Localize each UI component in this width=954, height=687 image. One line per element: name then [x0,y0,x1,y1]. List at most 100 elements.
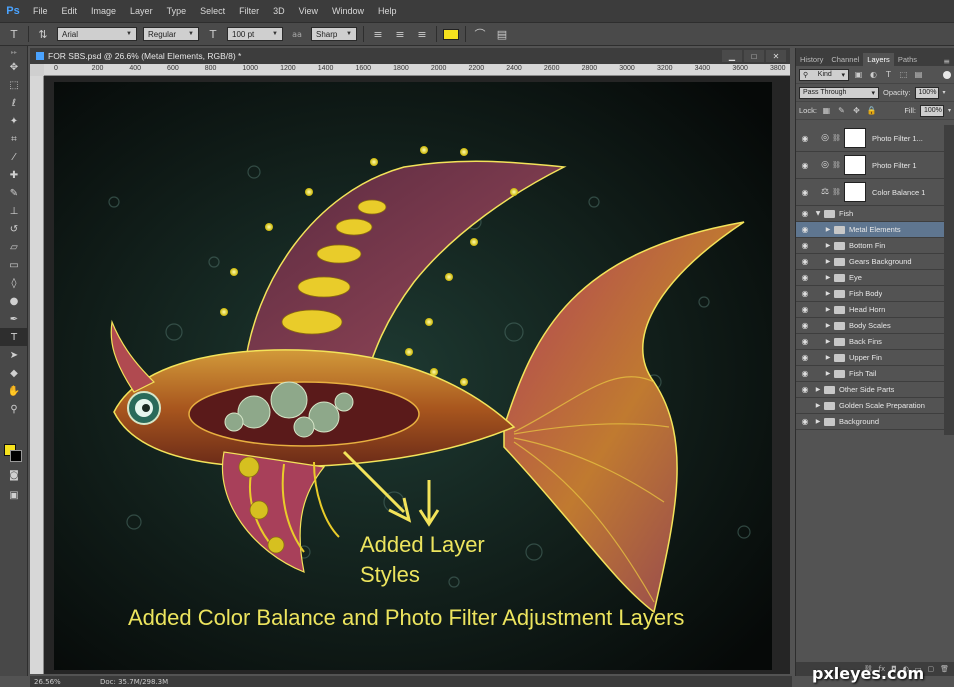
type-filter-icon[interactable]: T [883,69,894,80]
quick-mask-icon[interactable]: ◙ [0,466,28,484]
chevron-down-icon[interactable]: ▾ [948,107,951,114]
chevron-right-icon[interactable]: ▶ [814,386,822,393]
maximize-icon[interactable]: □ [744,50,764,62]
tab-layers[interactable]: Layers [863,53,894,66]
eraser-tool-icon[interactable]: ▱ [0,238,28,256]
text-orientation-icon[interactable]: ⇅ [35,26,51,42]
lock-pixels-icon[interactable]: ✎ [836,105,847,116]
filter-toggle[interactable] [943,70,951,79]
visibility-eye-icon[interactable]: ◉ [796,161,814,170]
layer-color-balance[interactable]: ◉ ⚖ ⛓ Color Balance 1 [796,179,944,206]
text-tool-icon[interactable]: T [6,26,22,42]
visibility-eye-icon[interactable]: ◉ [796,353,814,362]
layer-group-fish-body[interactable]: ◉ ▶ Fish Body [796,286,944,302]
layer-group-fish[interactable]: ◉ ▼ Fish [796,206,944,222]
visibility-eye-icon[interactable]: ◉ [796,289,814,298]
chevron-down-icon[interactable]: ▼ [814,210,822,217]
document-size[interactable]: Doc: 35.7M/298.3M [70,678,168,686]
eyedropper-tool-icon[interactable]: ⁄ [0,148,28,166]
brush-tool-icon[interactable]: ✎ [0,184,28,202]
menu-edit[interactable]: Edit [55,6,85,16]
visibility-eye-icon[interactable]: ◉ [796,188,814,197]
collapse-icon[interactable]: ▸▸ [0,46,28,58]
visibility-eye-icon[interactable]: ◉ [796,305,814,314]
layer-group-upper-fin[interactable]: ◉ ▶ Upper Fin [796,350,944,366]
chevron-down-icon[interactable]: ▾ [943,89,946,96]
chevron-right-icon[interactable]: ▶ [824,290,832,297]
layer-group-head-horn[interactable]: ◉ ▶ Head Horn [796,302,944,318]
visibility-eye-icon[interactable]: ◉ [796,257,814,266]
layer-group-body-scales[interactable]: ◉ ▶ Body Scales [796,318,944,334]
visibility-eye-icon[interactable]: ◉ [796,134,814,143]
blur-tool-icon[interactable]: ◊ [0,274,28,292]
kind-filter-select[interactable]: ⚲ Kind ▾ [799,68,849,81]
visibility-eye-icon[interactable]: ◉ [796,225,814,234]
fish-artwork[interactable]: Added Layer Styles Added Color Balance a… [54,82,772,670]
layer-group-back-fins[interactable]: ◉ ▶ Back Fins [796,334,944,350]
layer-group-fish-tail[interactable]: ◉ ▶ Fish Tail [796,366,944,382]
menu-window[interactable]: Window [325,6,371,16]
visibility-eye-icon[interactable]: ◉ [796,385,814,394]
chevron-right-icon[interactable]: ▶ [824,370,832,377]
visibility-eye-icon[interactable]: ◉ [796,369,814,378]
new-layer-icon[interactable]: ▢ [927,665,934,673]
pixel-filter-icon[interactable]: ▣ [853,69,864,80]
font-style-select[interactable]: Regular ▼ [143,27,199,41]
smart-object-filter-icon[interactable]: ▤ [913,69,924,80]
menu-file[interactable]: File [26,6,55,16]
layer-photo-filter-copy[interactable]: ◉ ◎ ⛓ Photo Filter 1... [796,125,944,152]
chevron-right-icon[interactable]: ▶ [814,402,822,409]
visibility-eye-icon[interactable]: ◉ [796,273,814,282]
chevron-right-icon[interactable]: ▶ [824,306,832,313]
chevron-right-icon[interactable]: ▶ [814,418,822,425]
menu-view[interactable]: View [292,6,325,16]
shape-filter-icon[interactable]: ⬚ [898,69,909,80]
tab-history[interactable]: History [796,53,827,66]
layers-scrollbar[interactable] [944,125,954,435]
align-left-icon[interactable]: ≡ [370,26,386,42]
text-color-swatch[interactable] [443,28,459,40]
menu-image[interactable]: Image [84,6,123,16]
font-family-select[interactable]: Arial ▼ [57,27,137,41]
visibility-eye-icon[interactable]: ◉ [796,241,814,250]
minimize-icon[interactable]: ▁ [722,50,742,62]
pen-tool-icon[interactable]: ✒ [0,310,28,328]
blend-mode-select[interactable]: Pass Through ▾ [799,86,879,99]
visibility-eye-icon[interactable]: ◉ [796,209,814,218]
vertical-ruler[interactable] [30,76,44,674]
visibility-eye-icon[interactable]: ◉ [796,321,814,330]
dodge-tool-icon[interactable]: ● [0,292,28,310]
zoom-tool-icon[interactable]: ⚲ [0,400,28,418]
menu-layer[interactable]: Layer [123,6,160,16]
lock-all-icon[interactable]: 🔒 [866,105,877,116]
shape-tool-icon[interactable]: ◆ [0,364,28,382]
zoom-level[interactable]: 26.56% [30,678,70,686]
panel-menu-icon[interactable]: ≡ [943,57,954,66]
align-right-icon[interactable]: ≡ [414,26,430,42]
menu-type[interactable]: Type [160,6,194,16]
chevron-right-icon[interactable]: ▶ [824,242,832,249]
layer-group-metal-elements[interactable]: ◉ ▶ Metal Elements [796,222,944,238]
document-tab[interactable]: FOR SBS.psd @ 26.6% (Metal Elements, RGB… [30,48,790,64]
hand-tool-icon[interactable]: ✋ [0,382,28,400]
layer-photo-filter[interactable]: ◉ ◎ ⛓ Photo Filter 1 [796,152,944,179]
layer-group-golden-scale-preparation[interactable]: ◉ ▶ Golden Scale Preparation [796,398,944,414]
close-icon[interactable]: ✕ [766,50,786,62]
visibility-eye-icon[interactable]: ◉ [796,417,814,426]
chevron-right-icon[interactable]: ▶ [824,226,832,233]
crop-tool-icon[interactable]: ⌗ [0,130,28,148]
layer-group-eye[interactable]: ◉ ▶ Eye [796,270,944,286]
clone-stamp-tool-icon[interactable]: ⊥ [0,202,28,220]
fill-input[interactable]: 100% [919,104,944,117]
move-tool-icon[interactable]: ✥ [0,58,28,76]
layer-group-other-side-parts[interactable]: ◉ ▶ Other Side Parts [796,382,944,398]
menu-3d[interactable]: 3D [266,6,292,16]
align-center-icon[interactable]: ≡ [392,26,408,42]
tab-paths[interactable]: Paths [894,53,921,66]
chevron-right-icon[interactable]: ▶ [824,274,832,281]
delete-layer-icon[interactable]: 🗑 [940,665,949,673]
tab-channels[interactable]: Channel [827,53,863,66]
visibility-eye-icon[interactable]: ◉ [796,401,814,410]
chevron-right-icon[interactable]: ▶ [824,322,832,329]
history-brush-tool-icon[interactable]: ↺ [0,220,28,238]
